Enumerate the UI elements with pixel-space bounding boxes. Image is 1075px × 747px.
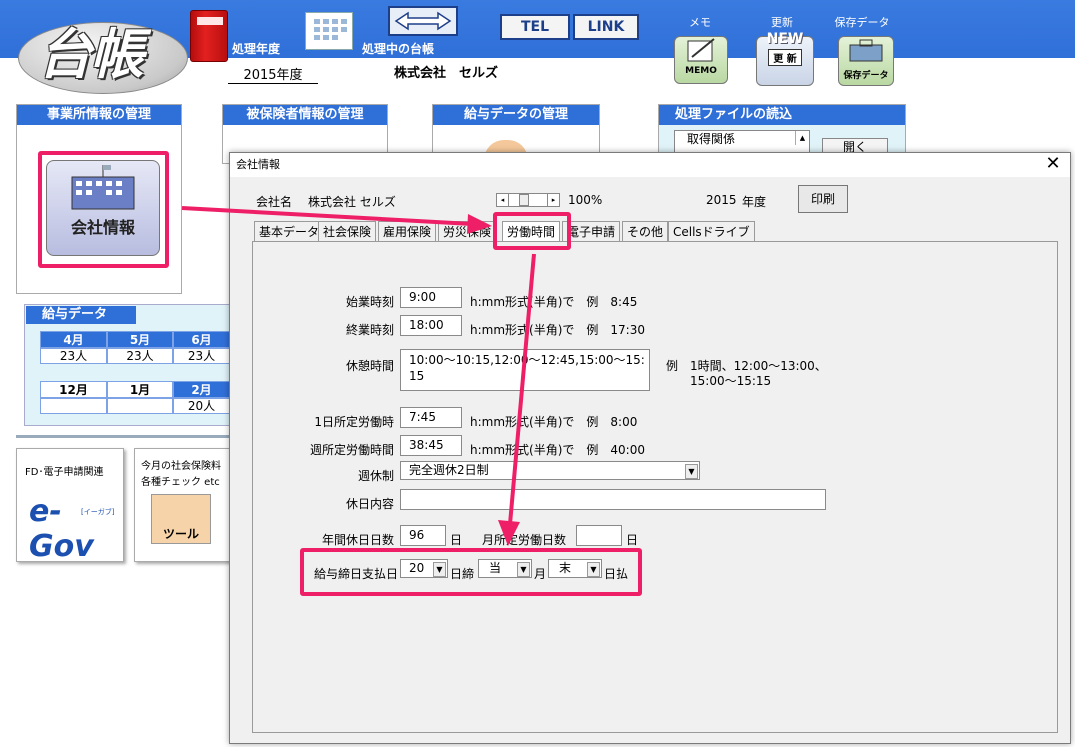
arrow-head-vertical (498, 520, 520, 546)
arrow-head-horizontal (467, 214, 492, 234)
arrow-line-vertical (508, 253, 536, 525)
annotation-arrows (181, 206, 536, 546)
arrow-line-horizontal (181, 206, 473, 226)
